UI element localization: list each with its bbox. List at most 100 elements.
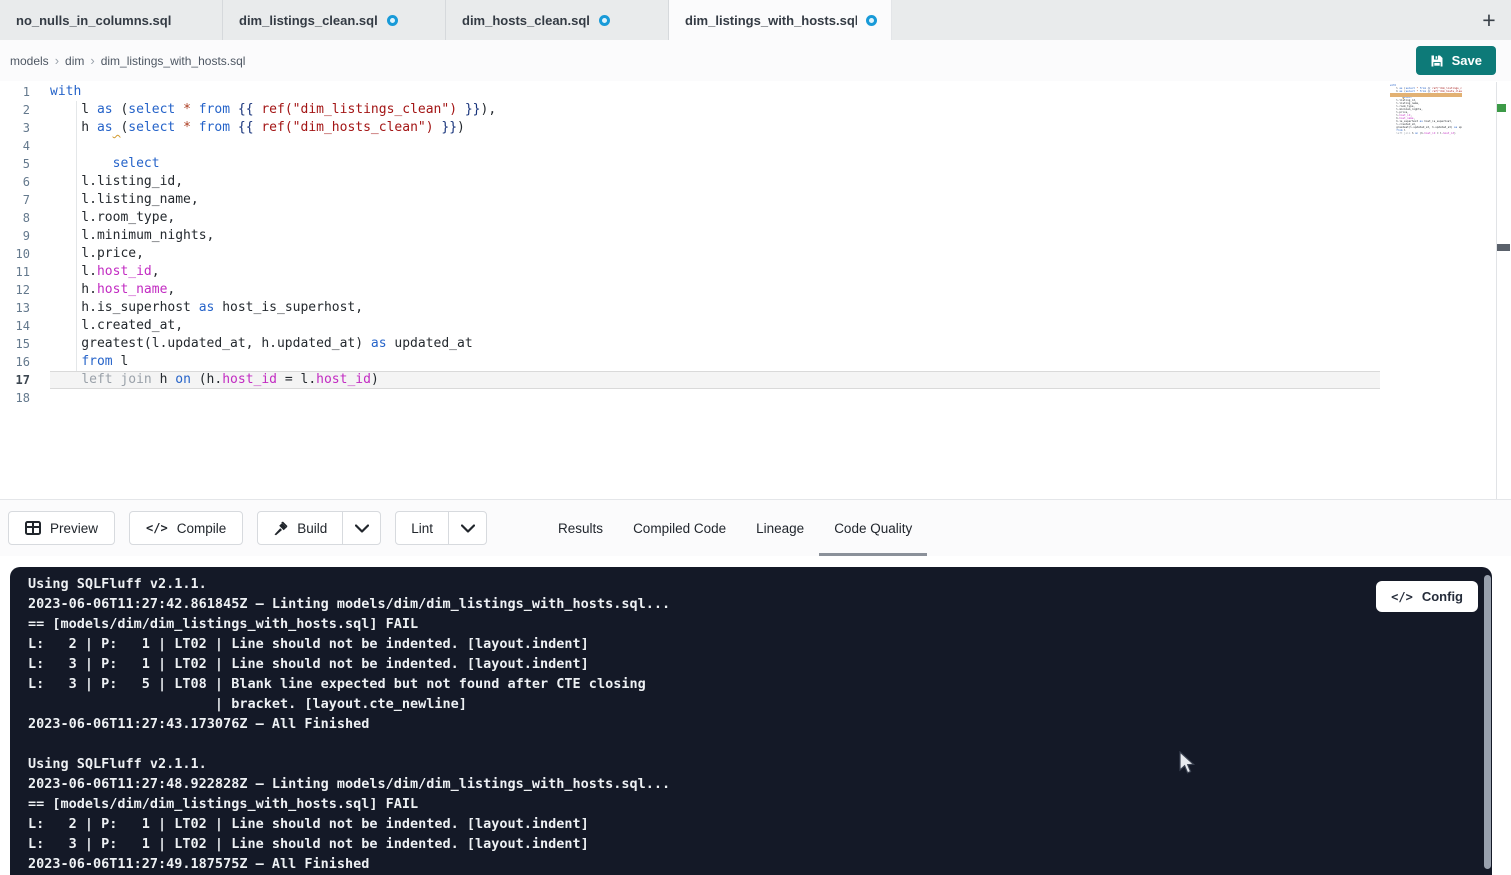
code-line[interactable]: l.host_id, xyxy=(50,263,1380,281)
tab-label: no_nulls_in_columns.sql xyxy=(16,13,171,28)
code-line[interactable] xyxy=(50,389,1380,407)
new-tab-button[interactable]: + xyxy=(1473,4,1505,36)
code-line[interactable] xyxy=(50,137,1380,155)
terminal-output: Using SQLFluff v2.1.1.2023-06-06T11:27:4… xyxy=(10,567,1492,875)
breadcrumb-separator: › xyxy=(90,53,94,68)
table-icon xyxy=(25,521,41,535)
code-row: 4 xyxy=(0,137,1400,155)
terminal-line: L: 3 | P: 1 | LT02 | Line should not be … xyxy=(28,834,1492,854)
code-line[interactable]: l.listing_id, xyxy=(50,173,1380,191)
panel-tab-lineage[interactable]: Lineage xyxy=(741,500,819,556)
tab-label: dim_hosts_clean.sql xyxy=(462,13,590,28)
editor-lines: 1 with2 l as (select * from {{ ref("dim_l… xyxy=(0,83,1400,407)
code-line[interactable]: with xyxy=(50,83,1380,101)
code-row: 16 from l xyxy=(0,353,1400,371)
ide-window: no_nulls_in_columns.sql dim_listings_clea… xyxy=(0,0,1511,875)
panel-tabs: ResultsCompiled CodeLineageCode Quality xyxy=(543,500,927,556)
lint-split-button: Lint xyxy=(395,511,487,545)
code-line[interactable]: h.is_superhost as host_is_superhost, xyxy=(50,299,1380,317)
terminal-line: == [models/dim/dim_listings_with_hosts.s… xyxy=(28,614,1492,634)
terminal-scrollbar[interactable] xyxy=(1484,575,1491,869)
breadcrumb-item[interactable]: dim_listings_with_hosts.sql xyxy=(101,54,246,68)
tab-strip: no_nulls_in_columns.sql dim_listings_clea… xyxy=(0,0,892,40)
code-row: 2 l as (select * from {{ ref("dim_listin… xyxy=(0,101,1400,119)
code-row: 11 l.host_id, xyxy=(0,263,1400,281)
minimap[interactable]: with l as (select * from {{ ref("dim_lis… xyxy=(1390,84,1462,196)
preview-label: Preview xyxy=(50,521,98,536)
panel-tab-results[interactable]: Results xyxy=(543,500,618,556)
code-row: 8 l.room_type, xyxy=(0,209,1400,227)
panel-tab-code-quality[interactable]: Code Quality xyxy=(819,500,927,556)
code-line[interactable]: l.minimum_nights, xyxy=(50,227,1380,245)
breadcrumb-separator: › xyxy=(55,53,59,68)
code-line[interactable]: l.listing_name, xyxy=(50,191,1380,209)
config-button[interactable]: </> Config xyxy=(1376,581,1478,612)
code-icon: </> xyxy=(1391,590,1413,604)
editor-tab[interactable]: dim_hosts_clean.sql xyxy=(446,0,669,40)
lint-button[interactable]: Lint xyxy=(396,512,448,544)
line-number: 14 xyxy=(0,317,30,335)
code-line[interactable]: h as (select * from {{ ref("dim_hosts_cl… xyxy=(50,119,1380,137)
line-number: 13 xyxy=(0,299,30,317)
terminal-line: L: 3 | P: 5 | LT08 | Blank line expected… xyxy=(28,674,1492,694)
lint-label: Lint xyxy=(411,521,433,536)
editor-tab[interactable]: no_nulls_in_columns.sql xyxy=(0,0,223,40)
lint-dropdown-button[interactable] xyxy=(448,512,486,544)
code-row: 10 l.price, xyxy=(0,245,1400,263)
line-number: 18 xyxy=(0,389,30,407)
breadcrumb-item[interactable]: models xyxy=(10,54,49,68)
line-number: 10 xyxy=(0,245,30,263)
panel-tab-compiled-code[interactable]: Compiled Code xyxy=(618,500,741,556)
line-number: 4 xyxy=(0,137,30,155)
code-line[interactable]: h.host_name, xyxy=(50,281,1380,299)
save-button[interactable]: Save xyxy=(1416,46,1496,75)
file-header: models › dim › dim_listings_with_hosts.sql S… xyxy=(0,40,1511,81)
line-number: 1 xyxy=(0,83,30,101)
build-split-button: Build xyxy=(257,511,381,545)
editor-scrollbar-thumb[interactable] xyxy=(1497,244,1510,251)
code-line[interactable]: select xyxy=(50,155,1380,173)
code-line[interactable]: l.created_at, xyxy=(50,317,1380,335)
code-line[interactable]: l as (select * from {{ ref("dim_listings… xyxy=(50,101,1380,119)
line-number: 11 xyxy=(0,263,30,281)
chevron-down-icon xyxy=(355,524,369,533)
build-label: Build xyxy=(297,521,327,536)
code-line[interactable]: l.price, xyxy=(50,245,1380,263)
overview-ruler-marker xyxy=(1497,104,1506,112)
build-button[interactable]: Build xyxy=(258,512,342,544)
preview-button[interactable]: Preview xyxy=(8,511,115,545)
code-row: 17 left join h on (h.host_id = l.host_id… xyxy=(0,371,1400,389)
code-line[interactable]: left join h on (h.host_id = l.host_id) xyxy=(50,371,1380,389)
code-row: 5 select xyxy=(0,155,1400,173)
code-row: 12 h.host_name, xyxy=(0,281,1400,299)
editor-tab[interactable]: dim_listings_clean.sql xyxy=(223,0,446,40)
line-number: 3 xyxy=(0,119,30,137)
code-line[interactable]: from l xyxy=(50,353,1380,371)
code-row: 14 l.created_at, xyxy=(0,317,1400,335)
editor-tab[interactable]: dim_listings_with_hosts.sql xyxy=(669,0,892,40)
code-row: 7 l.listing_name, xyxy=(0,191,1400,209)
code-row: 3 h as (select * from {{ ref("dim_hosts_… xyxy=(0,119,1400,137)
code-line[interactable]: l.room_type, xyxy=(50,209,1380,227)
code-row: 9 l.minimum_nights, xyxy=(0,227,1400,245)
terminal-line: 2023-06-06T11:27:48.922828Z — Linting mo… xyxy=(28,774,1492,794)
code-row: 15 greatest(l.updated_at, h.updated_at) … xyxy=(0,335,1400,353)
code-row: 13 h.is_superhost as host_is_superhost, xyxy=(0,299,1400,317)
tab-label: dim_listings_with_hosts.sql xyxy=(685,13,857,28)
editor-tabbar: no_nulls_in_columns.sql dim_listings_clea… xyxy=(0,0,1511,40)
code-editor[interactable]: 1 with2 l as (select * from {{ ref("dim_l… xyxy=(0,81,1511,499)
action-bar: Preview </> Compile Build xyxy=(0,499,1511,556)
terminal-line: | bracket. [layout.cte_newline] xyxy=(28,694,1492,714)
code-row: 1 with xyxy=(0,83,1400,101)
terminal-line: 2023-06-06T11:27:43.173076Z — All Finish… xyxy=(28,714,1492,734)
unsaved-changes-icon xyxy=(599,15,610,26)
build-dropdown-button[interactable] xyxy=(342,512,380,544)
code-line[interactable]: greatest(l.updated_at, h.updated_at) as … xyxy=(50,335,1380,353)
line-number: 9 xyxy=(0,227,30,245)
compile-button[interactable]: </> Compile xyxy=(129,511,243,545)
line-number: 16 xyxy=(0,353,30,371)
unsaved-changes-icon xyxy=(866,15,877,26)
terminal-line: 2023-06-06T11:27:42.861845Z — Linting mo… xyxy=(28,594,1492,614)
breadcrumb-item[interactable]: dim xyxy=(65,54,84,68)
terminal-line: L: 2 | P: 1 | LT02 | Line should not be … xyxy=(28,634,1492,654)
